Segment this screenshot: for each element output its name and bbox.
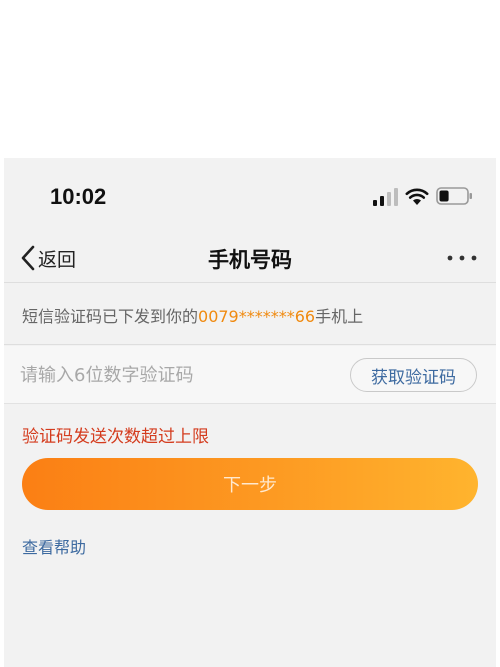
page: 10:02 返回 手机号码 短信验证码已下发到你的0079*******66手机… <box>0 0 500 667</box>
phone-screen: 10:02 返回 手机号码 短信验证码已下发到你的0079*******66手机… <box>4 158 496 667</box>
get-code-button[interactable]: 获取验证码 <box>350 358 477 392</box>
sms-info-text: 短信验证码已下发到你的0079*******66手机上 <box>22 303 363 327</box>
sms-info-row: 短信验证码已下发到你的0079*******66手机上 <box>4 282 496 345</box>
page-title: 手机号码 <box>208 248 292 272</box>
battery-icon <box>436 187 472 205</box>
next-step-button[interactable]: 下一步 <box>22 458 478 510</box>
help-link[interactable]: 查看帮助 <box>22 534 86 558</box>
masked-phone-number: 0079*******66 <box>198 307 316 326</box>
wifi-icon <box>405 188 429 205</box>
chevron-left-icon <box>21 245 35 271</box>
back-button[interactable]: 返回 <box>20 238 76 278</box>
status-bar: 10:02 <box>4 158 496 236</box>
navigation-bar: 返回 手机号码 <box>4 236 496 282</box>
status-time: 10:02 <box>50 184 107 209</box>
error-message: 验证码发送次数超过上限 <box>22 427 209 447</box>
cellular-signal-icon <box>373 188 398 206</box>
more-dots-icon[interactable] <box>444 250 480 266</box>
sms-info-prefix: 短信验证码已下发到你的 <box>22 307 199 326</box>
back-label: 返回 <box>38 248 77 271</box>
sms-info-suffix: 手机上 <box>315 307 364 326</box>
verification-code-input[interactable] <box>20 356 320 394</box>
code-input-row: 获取验证码 <box>4 346 496 404</box>
